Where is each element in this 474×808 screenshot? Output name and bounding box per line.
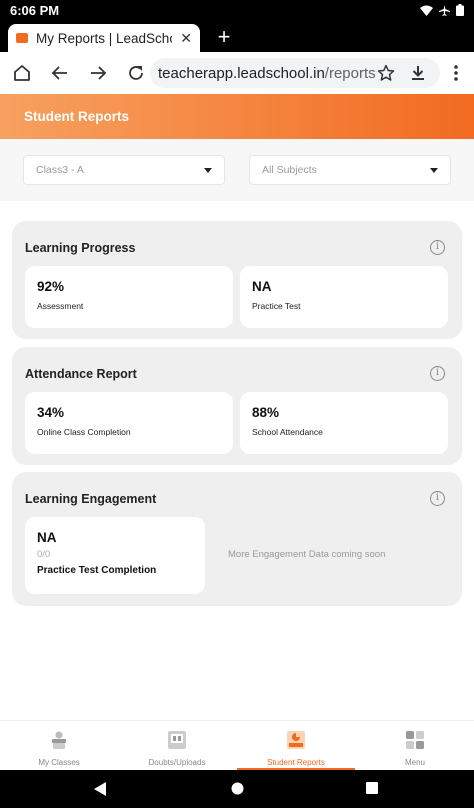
download-icon — [412, 66, 424, 80]
panel-title: Attendance Report — [25, 367, 137, 381]
close-tab-icon[interactable]: ✕ — [180, 30, 192, 47]
airplane-icon — [439, 4, 450, 16]
learning-engagement-panel: Learning Engagement i NA 0/0 Practice Te… — [12, 472, 462, 606]
assessment-card[interactable]: 92% Assessment — [25, 266, 233, 328]
grid-menu-icon — [406, 731, 424, 749]
browser-tab[interactable]: My Reports | LeadSchool ✕ — [8, 24, 200, 52]
status-bar: 6:06 PM — [0, 0, 474, 20]
card-value: NA — [252, 279, 272, 294]
info-icon[interactable]: i — [430, 491, 445, 506]
panel-title: Learning Engagement — [25, 492, 157, 506]
home-button[interactable] — [10, 61, 34, 85]
download-button[interactable] — [406, 61, 430, 85]
card-value: NA — [37, 530, 57, 545]
bottom-nav: My Classes Doubts/Uploads Student Report… — [0, 720, 474, 770]
browser-toolbar: teacherapp.leadschool.in/reports — [0, 52, 474, 94]
class-select-value: Class3 - A — [36, 164, 84, 176]
info-icon[interactable]: i — [430, 366, 445, 381]
filter-bar: Class3 - A All Subjects — [0, 139, 474, 201]
learning-progress-panel: Learning Progress i 92% Assessment NA Pr… — [12, 221, 462, 339]
browser-tab-strip: My Reports | LeadSchool ✕ + — [0, 20, 474, 52]
card-label: School Attendance — [252, 427, 323, 437]
wifi-icon — [420, 5, 433, 16]
panel-title: Learning Progress — [25, 241, 136, 255]
practice-test-card[interactable]: NA Practice Test — [240, 266, 448, 328]
leadschool-favicon-icon — [16, 33, 28, 43]
nav-item-student-reports[interactable]: Student Reports — [237, 721, 355, 771]
card-value: 88% — [252, 405, 280, 420]
reload-button[interactable] — [124, 61, 148, 85]
card-sub-value: 0/0 — [37, 549, 51, 560]
school-attendance-card[interactable]: 88% School Attendance — [240, 392, 448, 454]
class-select[interactable]: Class3 - A — [23, 155, 225, 185]
url-path: /reports — [324, 64, 376, 82]
home-circle-icon[interactable] — [231, 782, 244, 795]
card-value: 92% — [37, 279, 65, 294]
nav-label: My Classes — [38, 758, 80, 767]
practice-test-completion-card[interactable]: NA 0/0 Practice Test Completion — [25, 517, 205, 594]
nav-label: Student Reports — [267, 758, 325, 767]
back-button[interactable] — [48, 61, 72, 85]
card-label: Online Class Completion — [37, 427, 131, 437]
card-label: Assessment — [37, 301, 84, 311]
tab-title: My Reports | LeadSchool — [36, 30, 173, 46]
browser-menu-button[interactable] — [444, 61, 468, 85]
bookmark-button[interactable] — [374, 61, 398, 85]
report-chart-icon — [287, 731, 305, 749]
battery-icon — [456, 4, 464, 16]
star-icon — [377, 64, 395, 81]
doubts-board-icon — [168, 731, 186, 749]
nav-label: Doubts/Uploads — [148, 758, 206, 767]
more-vertical-icon — [454, 65, 458, 81]
info-icon[interactable]: i — [430, 240, 445, 255]
chevron-down-icon — [204, 167, 212, 173]
reload-icon — [129, 66, 143, 80]
attendance-report-panel: Attendance Report i 34% Online Class Com… — [12, 347, 462, 465]
arrow-right-icon — [91, 66, 107, 80]
recents-square-icon[interactable] — [366, 782, 378, 794]
nav-item-menu[interactable]: Menu — [356, 721, 474, 771]
android-navigation-bar — [0, 770, 474, 808]
nav-label: Menu — [404, 758, 425, 767]
url-domain: teacherapp.leadschool.in — [158, 64, 325, 82]
coming-soon-text: More Engagement Data coming soon — [228, 549, 386, 560]
status-icons — [420, 4, 464, 16]
chevron-down-icon — [430, 167, 438, 173]
nav-item-doubts-uploads[interactable]: Doubts/Uploads — [118, 721, 236, 771]
home-icon — [14, 65, 30, 81]
card-label: Practice Test Completion — [37, 565, 157, 576]
status-time: 6:06 PM — [10, 2, 60, 18]
forward-button[interactable] — [86, 61, 110, 85]
subject-select-value: All Subjects — [262, 164, 317, 176]
classroom-icon — [52, 731, 66, 749]
nav-item-my-classes[interactable]: My Classes — [0, 721, 118, 771]
subject-select[interactable]: All Subjects — [249, 155, 451, 185]
card-label: Practice Test — [252, 301, 301, 311]
new-tab-button[interactable]: + — [212, 24, 236, 50]
card-value: 34% — [37, 405, 65, 420]
back-triangle-icon[interactable] — [94, 782, 106, 796]
online-class-completion-card[interactable]: 34% Online Class Completion — [25, 392, 233, 454]
page-title: Student Reports — [24, 109, 130, 124]
page-header: Student Reports — [0, 94, 474, 139]
arrow-left-icon — [51, 66, 67, 80]
